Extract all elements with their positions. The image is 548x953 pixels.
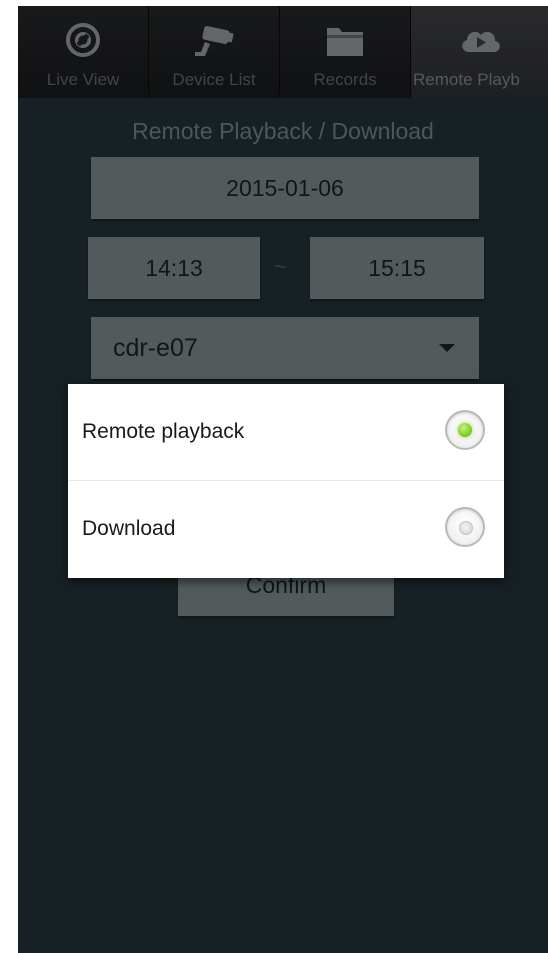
chevron-down-icon <box>439 344 455 352</box>
option-download-label: Download <box>82 517 176 540</box>
tab-remote-playback[interactable]: Remote Playb <box>411 6 548 98</box>
start-time-button[interactable]: 14:13 <box>88 237 260 299</box>
option-remote-playback-label: Remote playback <box>82 420 245 443</box>
end-time-button[interactable]: 15:15 <box>310 237 484 299</box>
tab-records[interactable]: Records <box>280 6 411 98</box>
app-screen: Live View Device List Records Remote Pla… <box>18 6 548 953</box>
radio-remote-playback[interactable] <box>445 410 485 450</box>
tab-live-view[interactable]: Live View <box>18 6 149 98</box>
page-title: Remote Playback / Download <box>132 118 434 144</box>
tab-remote-playback-label: Remote Playb <box>413 70 520 89</box>
radio-unselected-dot-icon <box>459 521 473 535</box>
radio-download[interactable] <box>445 507 485 547</box>
live-view-icon <box>66 23 100 57</box>
tab-records-label: Records <box>313 70 377 89</box>
tab-live-view-label: Live View <box>46 70 120 89</box>
tab-device-list[interactable]: Device List <box>149 6 280 98</box>
radio-selected-dot-icon <box>458 423 472 437</box>
device-dropdown-value: cdr-e07 <box>113 334 198 362</box>
tab-device-list-label: Device List <box>172 70 256 89</box>
camera-icon <box>195 26 234 56</box>
option-download[interactable]: Download <box>68 481 504 577</box>
mode-selection-dialog: Remote playback Download <box>68 384 504 578</box>
time-range-separator: ~ <box>274 254 287 279</box>
cloud-play-icon <box>461 31 500 52</box>
folder-icon <box>327 28 363 56</box>
tab-bar: Live View Device List Records Remote Pla… <box>18 6 548 98</box>
date-picker-button[interactable]: 2015-01-06 <box>91 157 479 219</box>
option-remote-playback[interactable]: Remote playback <box>68 384 504 481</box>
device-dropdown[interactable]: cdr-e07 <box>91 317 479 379</box>
